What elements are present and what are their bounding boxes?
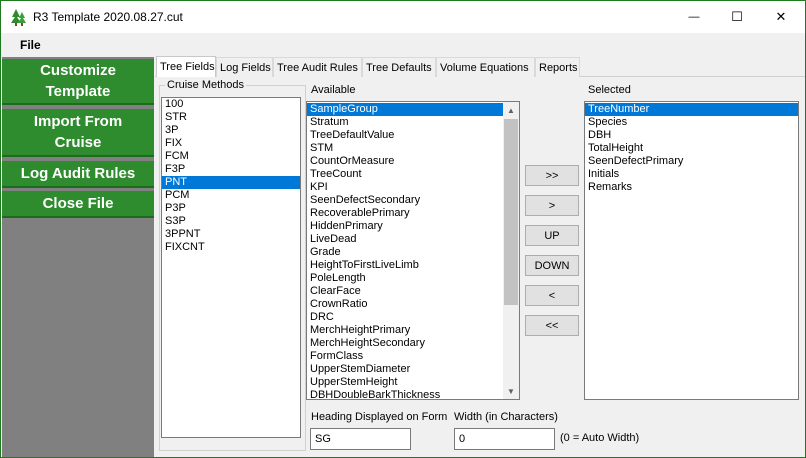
move-down-button[interactable]: DOWN: [525, 255, 579, 276]
tab-log-fields[interactable]: Log Fields: [216, 57, 273, 77]
available-field-item[interactable]: HeightToFirstLiveLimb: [307, 259, 503, 272]
cruise-method-item[interactable]: FIX: [162, 137, 300, 150]
tab-strip: Tree Fields Log Fields Tree Audit Rules …: [156, 56, 596, 77]
tab-label: Volume Equations: [440, 61, 529, 74]
available-field-item[interactable]: Stratum: [307, 116, 503, 129]
tab-label: Tree Defaults: [366, 61, 432, 74]
selected-field-item[interactable]: Remarks: [585, 181, 798, 194]
available-field-item[interactable]: Grade: [307, 246, 503, 259]
tab-label: Tree Fields: [160, 61, 215, 73]
available-field-item[interactable]: PoleLength: [307, 272, 503, 285]
cruise-method-item[interactable]: PNT: [162, 176, 300, 189]
window-title: R3 Template 2020.08.27.cut: [33, 10, 183, 24]
selected-field-item[interactable]: TreeNumber: [585, 103, 798, 116]
selected-field-item[interactable]: Initials: [585, 168, 798, 181]
available-scrollbar[interactable]: ▲ ▼: [503, 102, 519, 399]
scroll-thumb[interactable]: [504, 119, 518, 305]
import-from-cruise-label: Import From Cruise: [33, 113, 123, 151]
tab-label: Tree Audit Rules: [277, 61, 358, 74]
available-field-item[interactable]: CrownRatio: [307, 298, 503, 311]
available-field-item[interactable]: LiveDead: [307, 233, 503, 246]
available-field-item[interactable]: STM: [307, 142, 503, 155]
maximize-button[interactable]: ☐: [714, 1, 760, 33]
sidebar: Customize Template Import From Cruise Lo…: [2, 57, 154, 457]
available-field-item[interactable]: DRC: [307, 311, 503, 324]
add-one-button[interactable]: >: [525, 195, 579, 216]
auto-width-hint: (0 = Auto Width): [560, 432, 640, 444]
customize-template-label: Customize Template: [40, 62, 116, 100]
selected-fields-list[interactable]: TreeNumber Species DBH TotalHeight SeenDefec…: [584, 101, 799, 400]
cruise-method-item[interactable]: S3P: [162, 215, 300, 228]
cruise-method-item[interactable]: FIXCNT: [162, 241, 300, 254]
move-up-button[interactable]: UP: [525, 225, 579, 246]
close-file-button[interactable]: Close File: [2, 191, 154, 218]
close-window-button[interactable]: ✕: [758, 1, 804, 33]
available-field-item[interactable]: CountOrMeasure: [307, 155, 503, 168]
available-field-item[interactable]: MerchHeightPrimary: [307, 324, 503, 337]
cruise-method-item[interactable]: 3P: [162, 124, 300, 137]
scroll-up-icon[interactable]: ▲: [503, 102, 519, 118]
available-field-item[interactable]: TreeCount: [307, 168, 503, 181]
width-label: Width (in Characters): [454, 411, 558, 423]
tree-icon: [11, 9, 26, 26]
selected-field-item[interactable]: TotalHeight: [585, 142, 798, 155]
tab-reports[interactable]: Reports: [535, 57, 580, 77]
log-audit-rules-button[interactable]: Log Audit Rules: [2, 161, 154, 188]
remove-one-button[interactable]: <: [525, 285, 579, 306]
available-field-item[interactable]: FormClass: [307, 350, 503, 363]
tab-tree-fields[interactable]: Tree Fields: [156, 56, 216, 77]
cruise-methods-list[interactable]: 100 STR 3P FIX FCM F3P PNT PCM P3P S3P 3PPNT FIXCNT: [161, 97, 301, 438]
cruise-method-item[interactable]: P3P: [162, 202, 300, 215]
selected-items: TreeNumber Species DBH TotalHeight SeenDefec…: [585, 103, 798, 194]
customize-template-button[interactable]: Customize Template: [2, 59, 154, 105]
available-field-item[interactable]: HiddenPrimary: [307, 220, 503, 233]
available-field-item[interactable]: TreeDefaultValue: [307, 129, 503, 142]
scroll-down-icon[interactable]: ▼: [503, 383, 519, 399]
cruise-method-item[interactable]: PCM: [162, 189, 300, 202]
title-bar: R3 Template 2020.08.27.cut — ☐ ✕: [1, 1, 805, 33]
available-field-item[interactable]: SeenDefectSecondary: [307, 194, 503, 207]
minimize-button[interactable]: —: [671, 1, 717, 33]
cruise-method-item[interactable]: F3P: [162, 163, 300, 176]
available-field-item[interactable]: SampleGroup: [307, 103, 503, 116]
available-field-item[interactable]: UpperStemDiameter: [307, 363, 503, 376]
tab-label: Log Fields: [220, 61, 271, 74]
heading-label: Heading Displayed on Form: [311, 411, 448, 423]
selected-label: Selected: [588, 84, 631, 96]
menu-file[interactable]: File: [20, 38, 41, 52]
available-field-item[interactable]: RecoverablePrimary: [307, 207, 503, 220]
cruise-methods-label: Cruise Methods: [165, 79, 247, 91]
available-fields-list[interactable]: SampleGroup Stratum TreeDefaultValue STM Cou…: [306, 101, 520, 400]
log-audit-rules-label: Log Audit Rules: [20, 165, 136, 182]
cruise-method-item[interactable]: 100: [162, 98, 300, 111]
app-window: R3 Template 2020.08.27.cut — ☐ ✕ File Cu…: [0, 0, 806, 458]
selected-field-item[interactable]: SeenDefectPrimary: [585, 155, 798, 168]
tab-tree-defaults[interactable]: Tree Defaults: [362, 57, 436, 77]
cruise-method-item[interactable]: STR: [162, 111, 300, 124]
tab-volume-equations[interactable]: Volume Equations: [436, 57, 535, 77]
available-label: Available: [311, 84, 356, 96]
available-field-item[interactable]: DBHDoubleBarkThickness: [307, 389, 503, 399]
available-field-item[interactable]: ClearFace: [307, 285, 503, 298]
add-all-button[interactable]: >>: [525, 165, 579, 186]
available-field-item[interactable]: MerchHeightSecondary: [307, 337, 503, 350]
available-field-item[interactable]: KPI: [307, 181, 503, 194]
cruise-method-item[interactable]: FCM: [162, 150, 300, 163]
maximize-icon: ☐: [731, 9, 743, 24]
close-file-label: Close File: [42, 195, 114, 212]
remove-all-button[interactable]: <<: [525, 315, 579, 336]
menu-bar: File: [1, 33, 805, 57]
cruise-method-item[interactable]: 3PPNT: [162, 228, 300, 241]
import-from-cruise-button[interactable]: Import From Cruise: [2, 109, 154, 157]
available-items: SampleGroup Stratum TreeDefaultValue STM Cou…: [307, 103, 503, 399]
close-icon: ✕: [775, 9, 787, 24]
available-field-item[interactable]: UpperStemHeight: [307, 376, 503, 389]
heading-input[interactable]: SG: [310, 428, 411, 450]
minimize-icon: —: [688, 11, 700, 23]
selected-field-item[interactable]: DBH: [585, 129, 798, 142]
tab-label: Reports: [539, 61, 578, 74]
selected-field-item[interactable]: Species: [585, 116, 798, 129]
tab-tree-audit-rules[interactable]: Tree Audit Rules: [273, 57, 362, 77]
width-input[interactable]: 0: [454, 428, 555, 450]
